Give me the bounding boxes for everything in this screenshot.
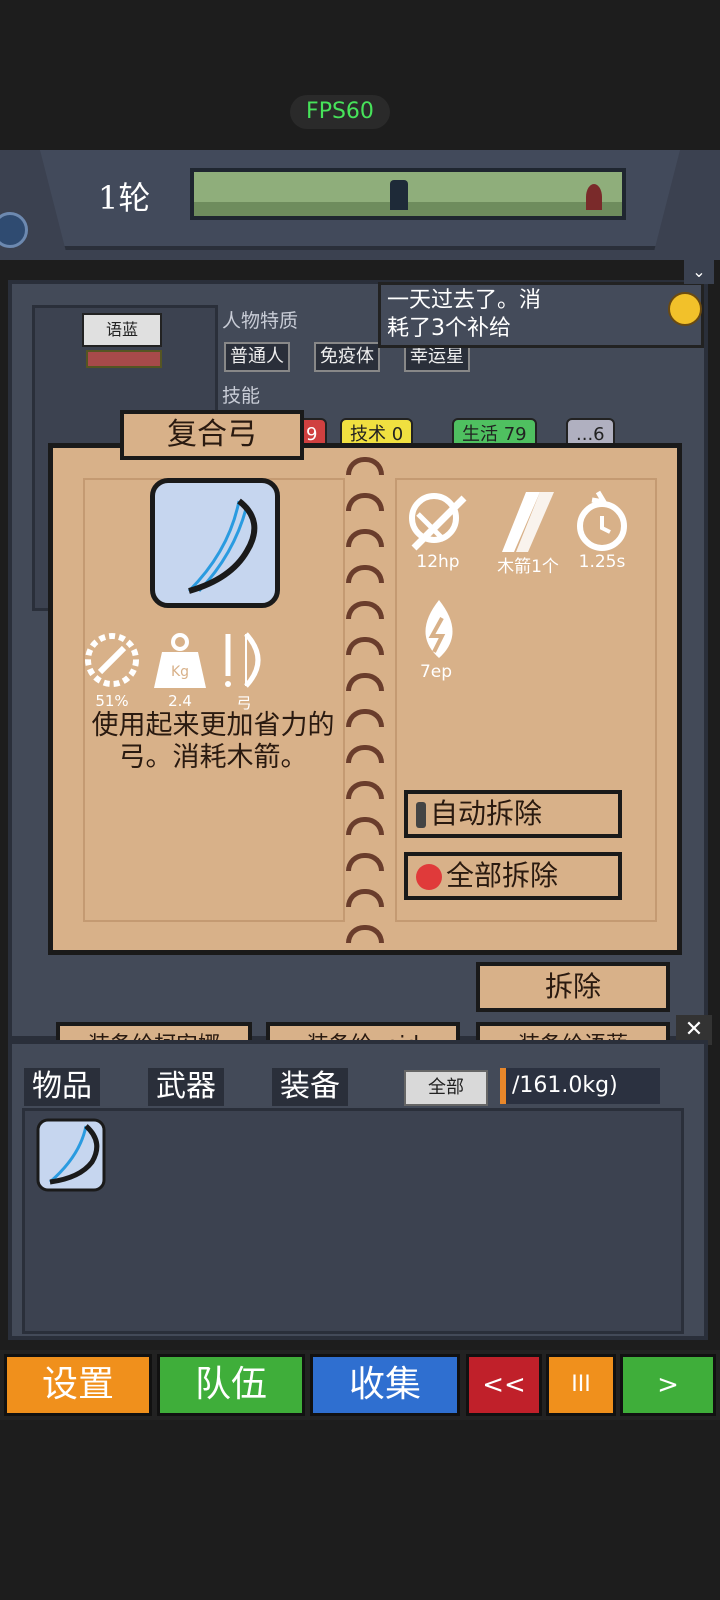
damage-icon: [404, 488, 474, 558]
energy-value: 7ep: [419, 662, 453, 682]
character-name: 语蓝: [82, 313, 162, 347]
tab-equipment[interactable]: 装备: [272, 1068, 348, 1106]
rewind-button[interactable]: <<: [466, 1354, 542, 1416]
tab-weapons[interactable]: 武器: [148, 1068, 224, 1106]
pause-button[interactable]: III: [546, 1354, 616, 1416]
bow-type-icon: [214, 630, 274, 690]
dismantle-all-label: 全部拆除: [446, 859, 559, 892]
dismantle-button[interactable]: 拆除: [476, 962, 670, 1012]
toast-line: 耗了3个补给: [387, 316, 511, 341]
filter-all-button[interactable]: 全部: [404, 1070, 488, 1106]
hammer-icon: [416, 802, 426, 828]
durability-value: 51%: [95, 692, 129, 710]
player-sprite: [586, 184, 602, 210]
item-title: 复合弓: [120, 410, 304, 460]
inventory-grid: [22, 1108, 684, 1334]
damage-value: 12hp: [416, 552, 460, 572]
play-button[interactable]: >: [620, 1354, 716, 1416]
weight-value: 2.4: [168, 692, 192, 710]
cooldown-value: 1.25s: [578, 552, 626, 572]
dismantle-all-button[interactable]: 全部拆除: [404, 852, 622, 900]
trait-badge[interactable]: 免疫体: [314, 342, 380, 372]
durability-icon: [82, 630, 142, 690]
collect-button[interactable]: 收集: [310, 1354, 460, 1416]
fps-counter: FPS60: [290, 95, 390, 129]
book-spine: [340, 443, 390, 955]
compound-bow-icon: [150, 478, 280, 608]
toast-line: 一天过去了。消: [387, 288, 542, 313]
traits-label: 人物特质: [222, 310, 299, 332]
battle-scene-preview: [190, 168, 626, 220]
cooldown-icon: [570, 488, 640, 558]
ammo-value: 木箭1个: [497, 557, 559, 577]
auto-dismantle-label: 自动拆除: [430, 797, 543, 830]
energy-drop-icon: [404, 596, 474, 666]
settings-button[interactable]: 设置: [4, 1354, 152, 1416]
arrow-ammo-icon: [496, 488, 566, 558]
inventory-weight: /161.0kg): [500, 1068, 660, 1104]
enemy-sprite: [390, 180, 408, 210]
inventory-compound-bow[interactable]: [36, 1116, 106, 1194]
team-button[interactable]: 队伍: [157, 1354, 305, 1416]
trait-badge[interactable]: 普通人: [224, 342, 290, 372]
character-hp-bar: [86, 350, 162, 368]
event-toast: 一天过去了。消 耗了3个补给: [378, 282, 704, 348]
auto-dismantle-button[interactable]: 自动拆除: [404, 790, 622, 838]
chevron-down-icon[interactable]: ⌄: [684, 260, 714, 284]
angry-face-icon: [416, 864, 442, 890]
round-counter: 1轮: [98, 179, 151, 217]
svg-text:Kg: Kg: [171, 664, 189, 680]
supply-icon: [668, 292, 702, 326]
tab-items[interactable]: 物品: [24, 1068, 100, 1106]
weight-icon: Kg: [150, 630, 210, 690]
skills-label: 技能: [222, 385, 261, 407]
item-description: 使用起来更加省力的弓。消耗木箭。: [91, 710, 335, 773]
